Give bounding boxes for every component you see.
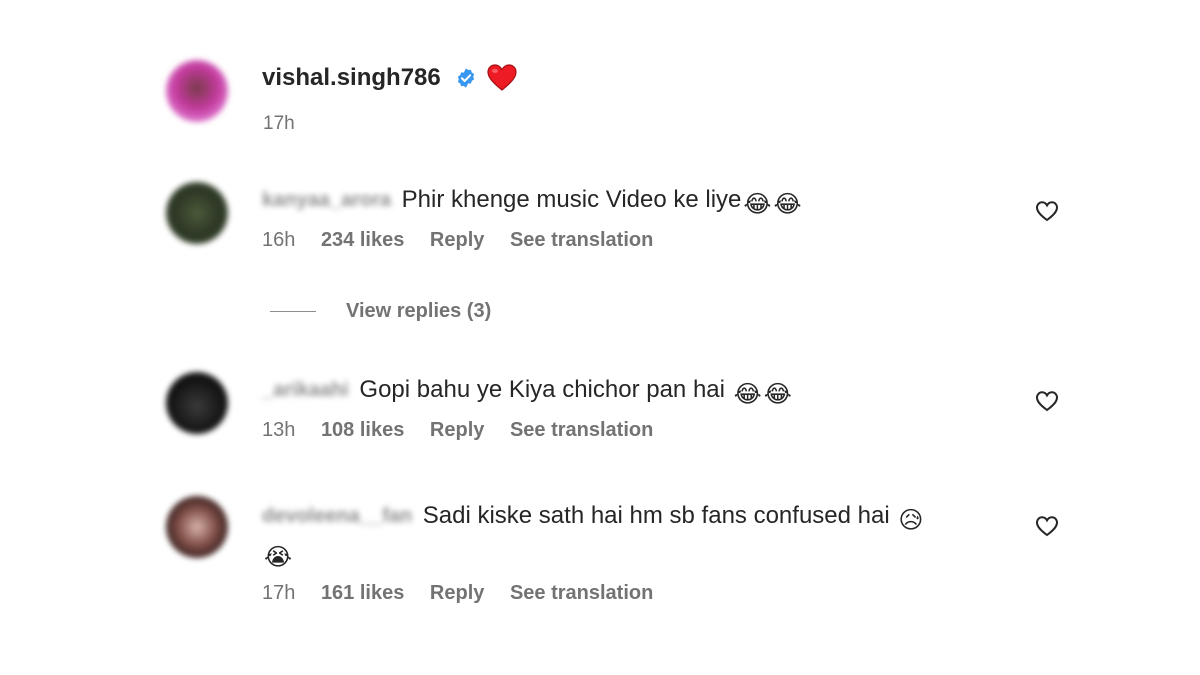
divider bbox=[270, 311, 316, 312]
comment-item: _arikaahi Gopi bahu ye Kiya chichor pan … bbox=[262, 374, 792, 442]
comment-timestamp: 16h bbox=[262, 229, 296, 251]
see-translation-button[interactable]: See translation bbox=[510, 419, 653, 441]
comment-text: Phir khenge music Video ke liye bbox=[401, 186, 742, 213]
comment-line: devoleena__fan Sadi kiske sath hai hm sb… bbox=[262, 500, 923, 537]
see-translation-button[interactable]: See translation bbox=[510, 229, 653, 251]
comment-item: devoleena__fan Sadi kiske sath hai hm sb… bbox=[262, 500, 923, 605]
comment-meta: 16h 234 likes Reply See translation bbox=[262, 229, 802, 252]
reply-button[interactable]: Reply bbox=[430, 229, 484, 251]
avatar[interactable] bbox=[166, 182, 228, 244]
likes-count[interactable]: 108 likes bbox=[321, 419, 404, 441]
comment-username[interactable]: devoleena__fan bbox=[262, 500, 412, 532]
post-username[interactable]: vishal.singh786 bbox=[262, 64, 441, 92]
comment-item: kanyaa_arora Phir khenge music Video ke … bbox=[262, 184, 802, 252]
likes-count[interactable]: 161 likes bbox=[321, 582, 404, 604]
comment-username[interactable]: kanyaa_arora bbox=[262, 184, 391, 216]
laughing-emoji-icon: 😂 bbox=[743, 191, 772, 218]
avatar[interactable] bbox=[166, 372, 228, 434]
comment-meta: 13h 108 likes Reply See translation bbox=[262, 419, 792, 442]
laughing-emoji-icon: 😂 bbox=[763, 381, 792, 408]
comment-line: kanyaa_arora Phir khenge music Video ke … bbox=[262, 184, 802, 221]
verified-badge-icon bbox=[457, 68, 475, 88]
comment-line-continued: 😭 bbox=[262, 537, 923, 574]
comment-text: Sadi kiske sath hai hm sb fans confused … bbox=[422, 502, 890, 529]
laughing-emoji-icon: 😂 bbox=[773, 191, 802, 218]
view-replies-button[interactable]: View replies (3) bbox=[270, 300, 491, 323]
heart-outline-icon[interactable] bbox=[1035, 200, 1059, 222]
likes-count[interactable]: 234 likes bbox=[321, 229, 404, 251]
comment-line: _arikaahi Gopi bahu ye Kiya chichor pan … bbox=[262, 374, 792, 411]
comment-text: Gopi bahu ye Kiya chichor pan hai bbox=[359, 376, 725, 403]
crying-emoji-icon: 😭 bbox=[264, 544, 293, 571]
comment-meta: 17h 161 likes Reply See translation bbox=[262, 582, 923, 605]
comment-timestamp: 17h bbox=[262, 582, 296, 604]
reply-button[interactable]: Reply bbox=[430, 419, 484, 441]
sad-emoji-icon: 😥 bbox=[898, 507, 924, 534]
reply-button[interactable]: Reply bbox=[430, 582, 484, 604]
view-replies-label[interactable]: View replies (3) bbox=[346, 300, 491, 323]
comment-username[interactable]: _arikaahi bbox=[262, 374, 349, 406]
post-timestamp: 17h bbox=[263, 113, 295, 134]
heart-outline-icon[interactable] bbox=[1035, 515, 1059, 537]
avatar[interactable] bbox=[166, 60, 228, 122]
avatar[interactable] bbox=[166, 496, 228, 558]
comment-timestamp: 13h bbox=[262, 419, 296, 441]
red-heart-icon bbox=[487, 64, 517, 91]
see-translation-button[interactable]: See translation bbox=[510, 582, 653, 604]
laughing-emoji-icon: 😂 bbox=[733, 381, 762, 408]
heart-outline-icon[interactable] bbox=[1035, 390, 1059, 412]
